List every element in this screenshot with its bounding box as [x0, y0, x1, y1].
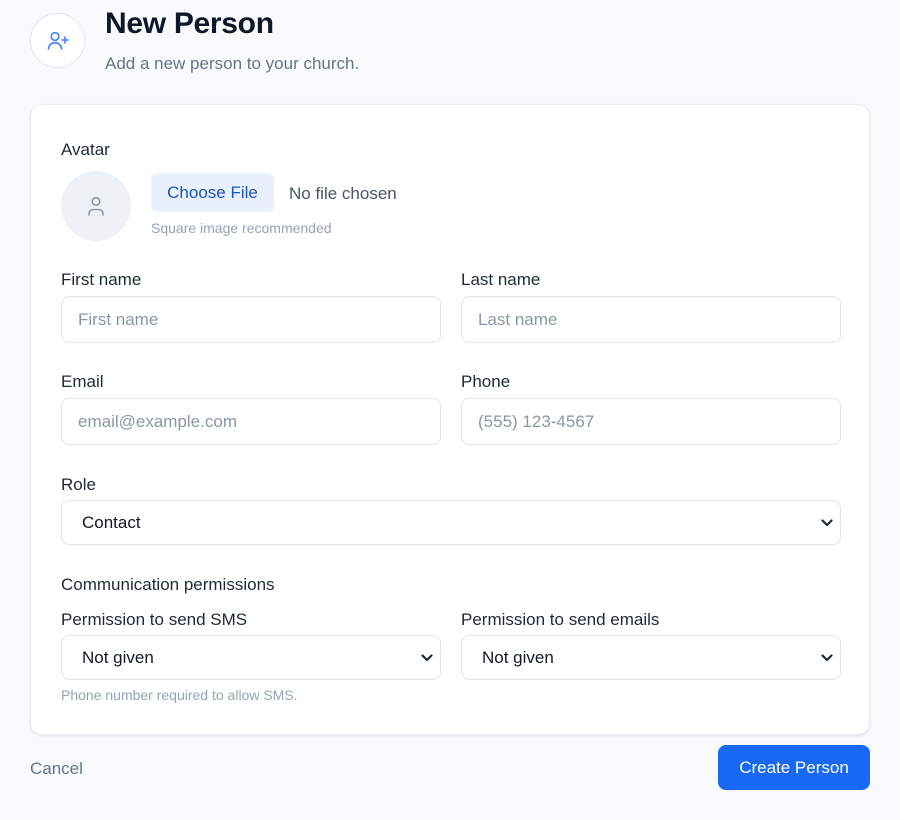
- person-form-card: Avatar Choose File No file chosen Square…: [30, 104, 870, 735]
- email-permission-value: Not given: [482, 647, 554, 667]
- avatar-placeholder: [61, 171, 131, 241]
- email-input[interactable]: [61, 398, 441, 445]
- page-subtitle: Add a new person to your church.: [105, 54, 360, 73]
- sms-permission-label: Permission to send SMS: [61, 610, 248, 629]
- role-label: Role: [61, 475, 96, 494]
- user-plus-icon: [30, 13, 85, 68]
- first-name-label: First name: [61, 270, 142, 289]
- sms-permission-select[interactable]: Not given: [61, 635, 441, 680]
- chevron-down-icon: [421, 653, 433, 662]
- email-permission-label: Permission to send emails: [461, 610, 660, 629]
- first-name-input[interactable]: [61, 296, 441, 343]
- new-person-page: New Person Add a new person to your chur…: [0, 0, 900, 820]
- sms-hint: Phone number required to allow SMS.: [61, 687, 298, 703]
- sms-permission-value: Not given: [82, 647, 154, 667]
- page-title: New Person: [105, 7, 274, 40]
- chevron-down-icon: [821, 518, 833, 527]
- create-person-button[interactable]: Create Person: [718, 745, 870, 790]
- avatar-label: Avatar: [61, 140, 110, 159]
- phone-input[interactable]: [461, 398, 841, 445]
- user-icon: [86, 195, 106, 217]
- phone-label: Phone: [461, 372, 511, 391]
- last-name-input[interactable]: [461, 296, 841, 343]
- email-label: Email: [61, 372, 104, 391]
- role-select-value: Contact: [82, 512, 141, 532]
- chevron-down-icon: [821, 653, 833, 662]
- email-permission-select[interactable]: Not given: [461, 635, 841, 680]
- role-select[interactable]: Contact: [61, 500, 841, 545]
- file-status-text: No file chosen: [289, 184, 397, 203]
- avatar-hint: Square image recommended: [151, 220, 332, 236]
- cancel-link[interactable]: Cancel: [30, 759, 83, 779]
- last-name-label: Last name: [461, 270, 541, 289]
- choose-file-button[interactable]: Choose File: [151, 173, 274, 212]
- communication-permissions-label: Communication permissions: [61, 575, 275, 594]
